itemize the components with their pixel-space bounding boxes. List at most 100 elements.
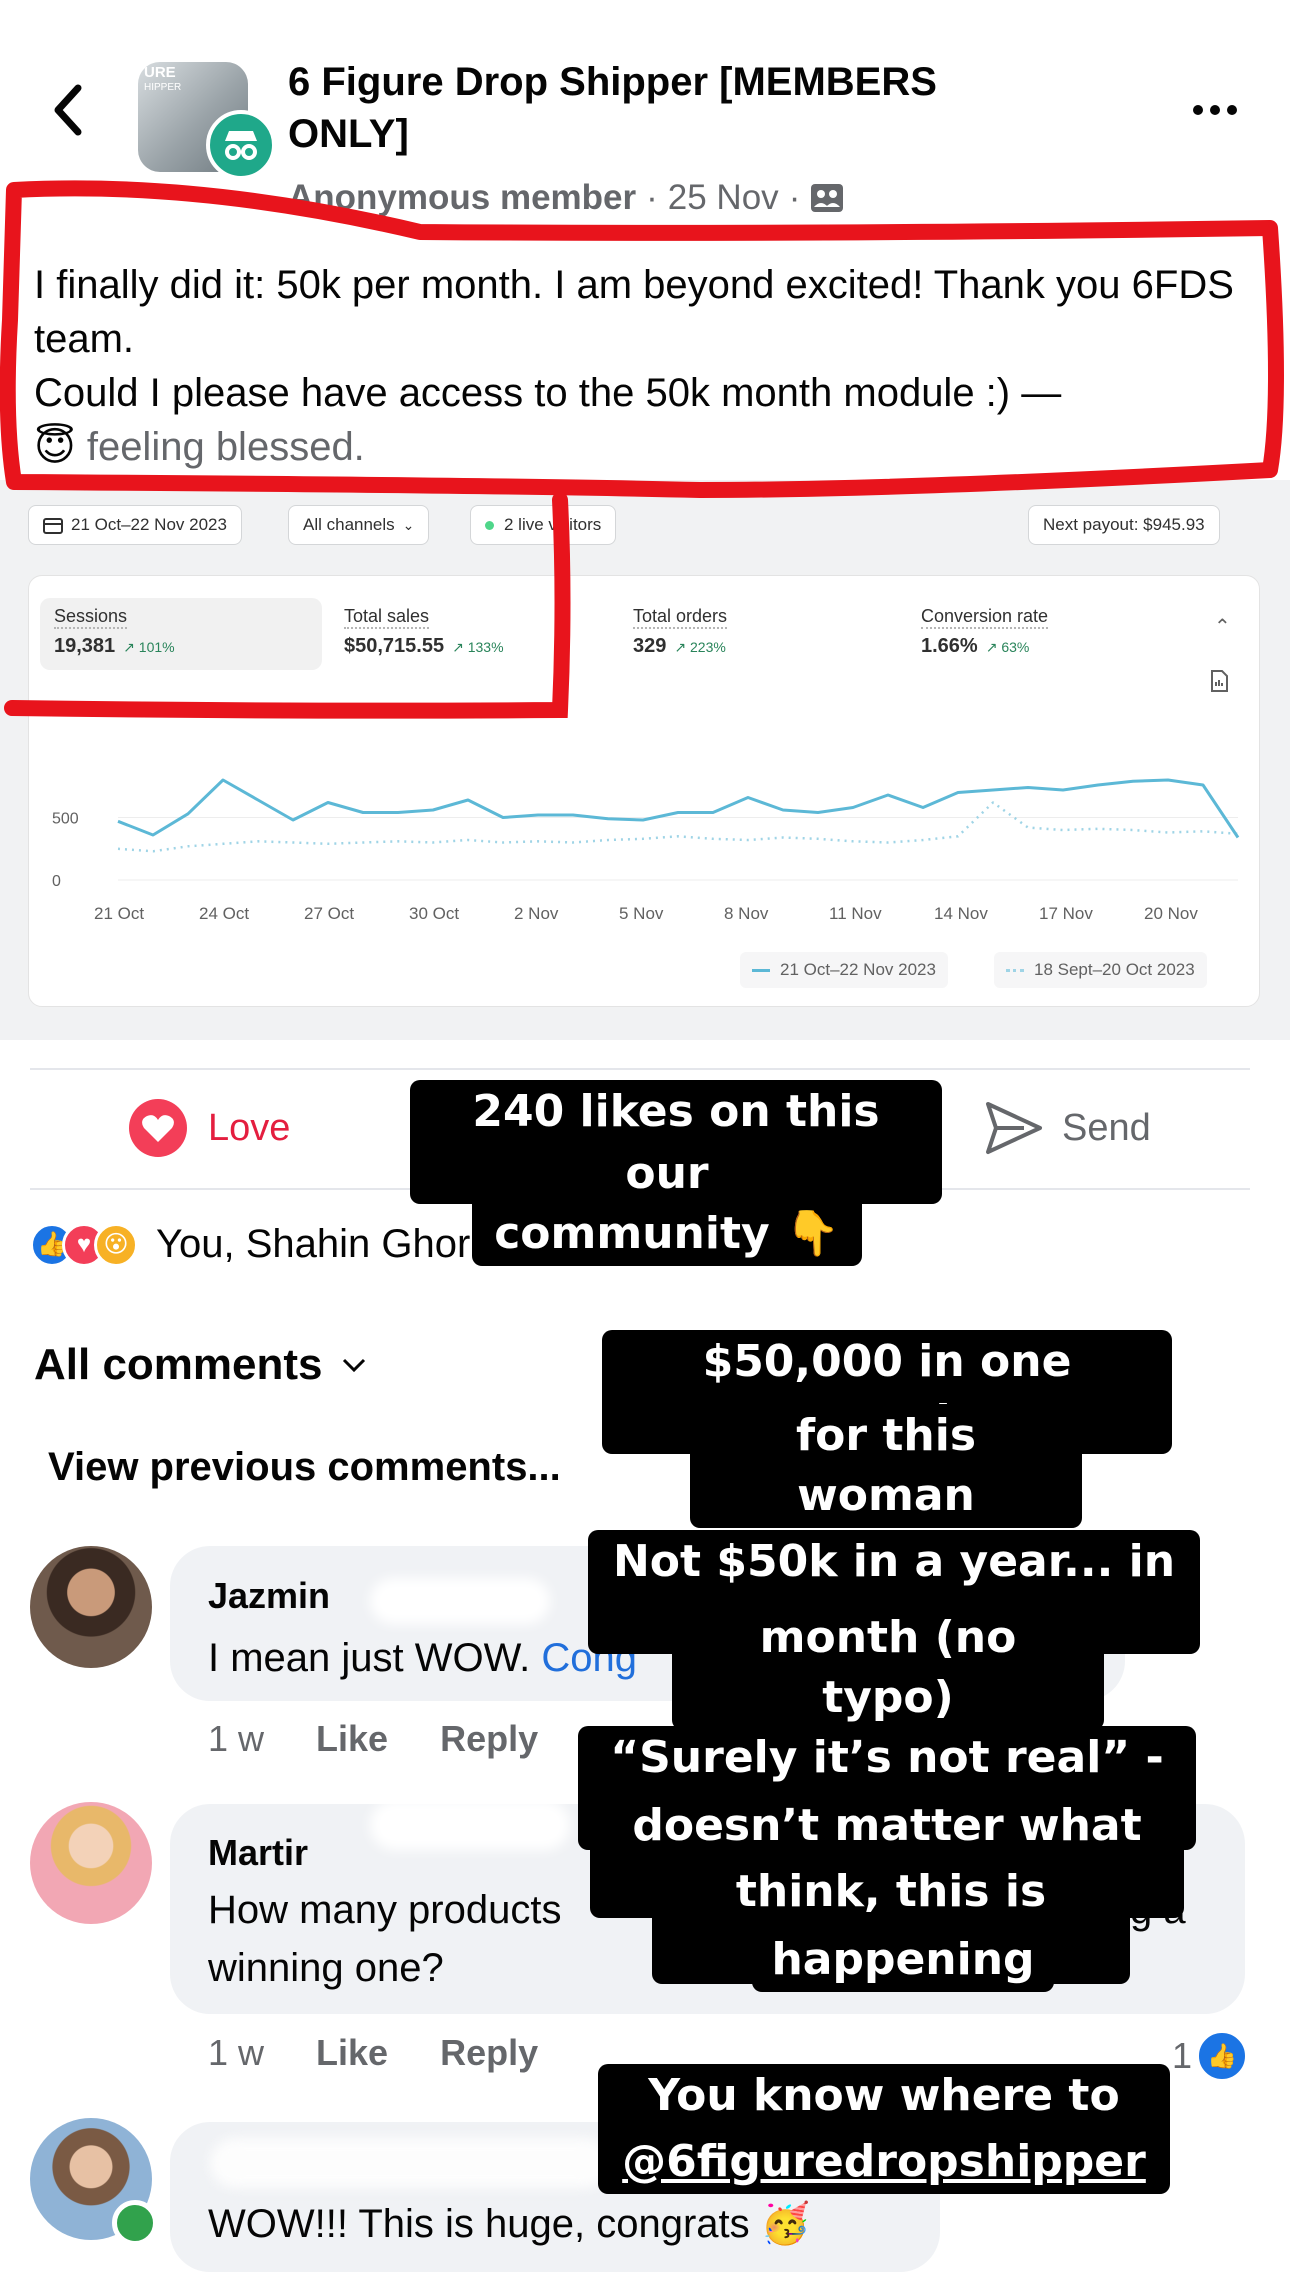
comment-reactions[interactable]: 1 👍 bbox=[1172, 2030, 1249, 2082]
post-line-1: I finally did it: 50k per month. I am be… bbox=[34, 263, 1234, 361]
metric-sessions: Sessions 19,381 ↗ 101% bbox=[40, 598, 322, 670]
post-date[interactable]: 25 Nov bbox=[668, 178, 779, 218]
date-range-text: 21 Oct–22 Nov 2023 bbox=[71, 515, 227, 534]
sales-line-chart: 500 0 bbox=[52, 778, 1240, 890]
group-members-icon bbox=[811, 184, 844, 212]
comment-text: I mean just WOW. Cong bbox=[208, 1630, 637, 1686]
chevron-down-icon: ⌄ bbox=[402, 516, 415, 533]
online-status-icon bbox=[112, 2200, 158, 2246]
metric-label: Total sales bbox=[344, 606, 430, 629]
post-text: I finally did it: 50k per month. I am be… bbox=[34, 258, 1234, 474]
view-previous-comments[interactable]: View previous comments... bbox=[48, 1445, 561, 1490]
x-tick-label: 30 Oct bbox=[409, 904, 460, 923]
live-visitors-pill: 2 live visitors bbox=[470, 505, 617, 545]
sticker-line: for this woman bbox=[795, 1410, 977, 1521]
send-button[interactable]: Send bbox=[984, 1100, 1151, 1156]
live-visitors-text: 2 live visitors bbox=[504, 515, 602, 534]
x-tick-label: 21 Oct bbox=[94, 904, 145, 923]
comment-reply-button[interactable]: Reply bbox=[440, 1718, 538, 1760]
meta-separator: · bbox=[646, 178, 658, 217]
report-icon bbox=[1211, 670, 1228, 692]
send-label: Send bbox=[1062, 1106, 1151, 1149]
comment-text-body: I mean just WOW. bbox=[208, 1636, 531, 1680]
back-button[interactable] bbox=[38, 70, 98, 150]
date-range-pill: 21 Oct–22 Nov 2023 bbox=[28, 505, 242, 545]
sticker-line: happening bbox=[771, 1934, 1035, 1985]
metric-value: 19,381 bbox=[54, 635, 116, 657]
x-tick-label: 2 Nov bbox=[514, 904, 559, 923]
metric-delta: ↗ 133% bbox=[452, 639, 504, 655]
legend-current: 21 Oct–22 Nov 2023 bbox=[740, 952, 948, 988]
send-icon bbox=[986, 1102, 1042, 1154]
post-feeling: 😇 feeling blessed. bbox=[34, 420, 1234, 474]
metric-label: Conversion rate bbox=[921, 606, 1049, 629]
all-comments-filter[interactable]: All comments bbox=[34, 1340, 367, 1390]
comment-meta: 1 w Like Reply bbox=[208, 1718, 538, 1760]
comment-text-body: WOW!!! This is huge, congrats bbox=[208, 2202, 750, 2246]
channels-pill: All channels ⌄ bbox=[288, 505, 430, 545]
love-button[interactable]: Love bbox=[128, 1098, 290, 1158]
group-avatar-subtext: HIPPER bbox=[144, 82, 182, 93]
dot-icon bbox=[1193, 105, 1203, 115]
legend-dotted-swatch bbox=[1006, 968, 1024, 972]
meta-separator: · bbox=[788, 178, 801, 217]
love-reaction-icon bbox=[129, 1099, 187, 1157]
instagram-handle-link[interactable]: @6figuredropshipper bbox=[614, 2132, 1154, 2192]
post-line-2: Could I please have access to the 50k mo… bbox=[34, 371, 1062, 415]
y-tick-label: 0 bbox=[52, 873, 61, 890]
legend-previous-label: 18 Sept–20 Oct 2023 bbox=[1034, 960, 1195, 979]
group-avatar-text: URE bbox=[144, 64, 176, 81]
sticker-line: our community 👇 bbox=[494, 1148, 840, 1259]
y-tick-label: 500 bbox=[52, 811, 79, 828]
metric-label: Total orders bbox=[633, 606, 728, 629]
metric-delta: ↗ 101% bbox=[123, 639, 175, 655]
chevron-down-icon bbox=[342, 1358, 365, 1373]
x-tick-label: 14 Nov bbox=[934, 904, 988, 923]
sticker-cta-b[interactable]: @6figuredropshipper bbox=[598, 2130, 1170, 2194]
chevron-left-icon bbox=[54, 84, 82, 136]
x-tick-label: 17 Nov bbox=[1039, 904, 1093, 923]
comment-time: 1 w bbox=[208, 2032, 265, 2073]
comment-text-line-1: How many products bbox=[208, 1888, 562, 1932]
group-name[interactable]: 6 Figure Drop Shipper [MEMBERS ONLY] bbox=[288, 56, 1048, 160]
x-tick-label: 11 Nov bbox=[829, 904, 882, 923]
legend-previous: 18 Sept–20 Oct 2023 bbox=[994, 952, 1207, 988]
wow-reaction-icon: 😮 bbox=[94, 1222, 138, 1267]
redacted-name bbox=[370, 1578, 550, 1624]
x-tick-label: 8 Nov bbox=[724, 904, 769, 923]
metric-value: $50,715.55 bbox=[344, 635, 445, 657]
comment-like-button[interactable]: Like bbox=[316, 1718, 388, 1760]
partying-face-emoji-icon: 🥳 bbox=[760, 2202, 811, 2246]
anonymous-badge bbox=[206, 110, 276, 180]
commenter-name[interactable]: Martir bbox=[208, 1832, 308, 1874]
legend-current-label: 21 Oct–22 Nov 2023 bbox=[780, 960, 936, 979]
smiling-halo-emoji-icon: 😇 bbox=[34, 425, 76, 469]
author-name[interactable]: Anonymous member bbox=[288, 178, 636, 218]
reaction-count: 1 bbox=[1172, 2035, 1193, 2076]
post-meta: Anonymous member · 25 Nov · bbox=[288, 178, 844, 218]
comment-like-button[interactable]: Like bbox=[316, 2032, 388, 2074]
commenter-avatar[interactable] bbox=[30, 1546, 152, 1668]
feeling-text: feeling blessed. bbox=[86, 425, 365, 469]
legend-solid-swatch bbox=[752, 968, 770, 972]
commenter-name[interactable]: Jazmin bbox=[208, 1575, 330, 1617]
calendar-icon bbox=[43, 518, 63, 534]
redacted-name bbox=[210, 2138, 610, 2188]
sticker-likes-b: our community 👇 bbox=[472, 1142, 862, 1266]
comment-reply-button[interactable]: Reply bbox=[440, 2032, 538, 2074]
x-tick-label: 20 Nov bbox=[1144, 904, 1198, 923]
comment-time: 1 w bbox=[208, 1718, 265, 1759]
sticker-surely-d: happening bbox=[752, 1928, 1054, 1992]
incognito-icon bbox=[225, 131, 257, 160]
metric-delta: ↗ 63% bbox=[985, 639, 1030, 655]
metric-value: 329 bbox=[633, 635, 667, 657]
next-payout-pill: Next payout: $945.93 bbox=[1028, 505, 1220, 545]
commenter-avatar[interactable] bbox=[30, 1802, 152, 1924]
like-reaction-icon: 👍 bbox=[1196, 2030, 1249, 2082]
x-tick-label: 5 Nov bbox=[619, 904, 664, 923]
more-options-button[interactable] bbox=[1180, 90, 1250, 130]
live-dot-icon bbox=[485, 520, 494, 530]
filter-label: All comments bbox=[34, 1340, 323, 1389]
x-tick-label: 24 Oct bbox=[199, 904, 250, 923]
dot-icon bbox=[1210, 105, 1220, 115]
